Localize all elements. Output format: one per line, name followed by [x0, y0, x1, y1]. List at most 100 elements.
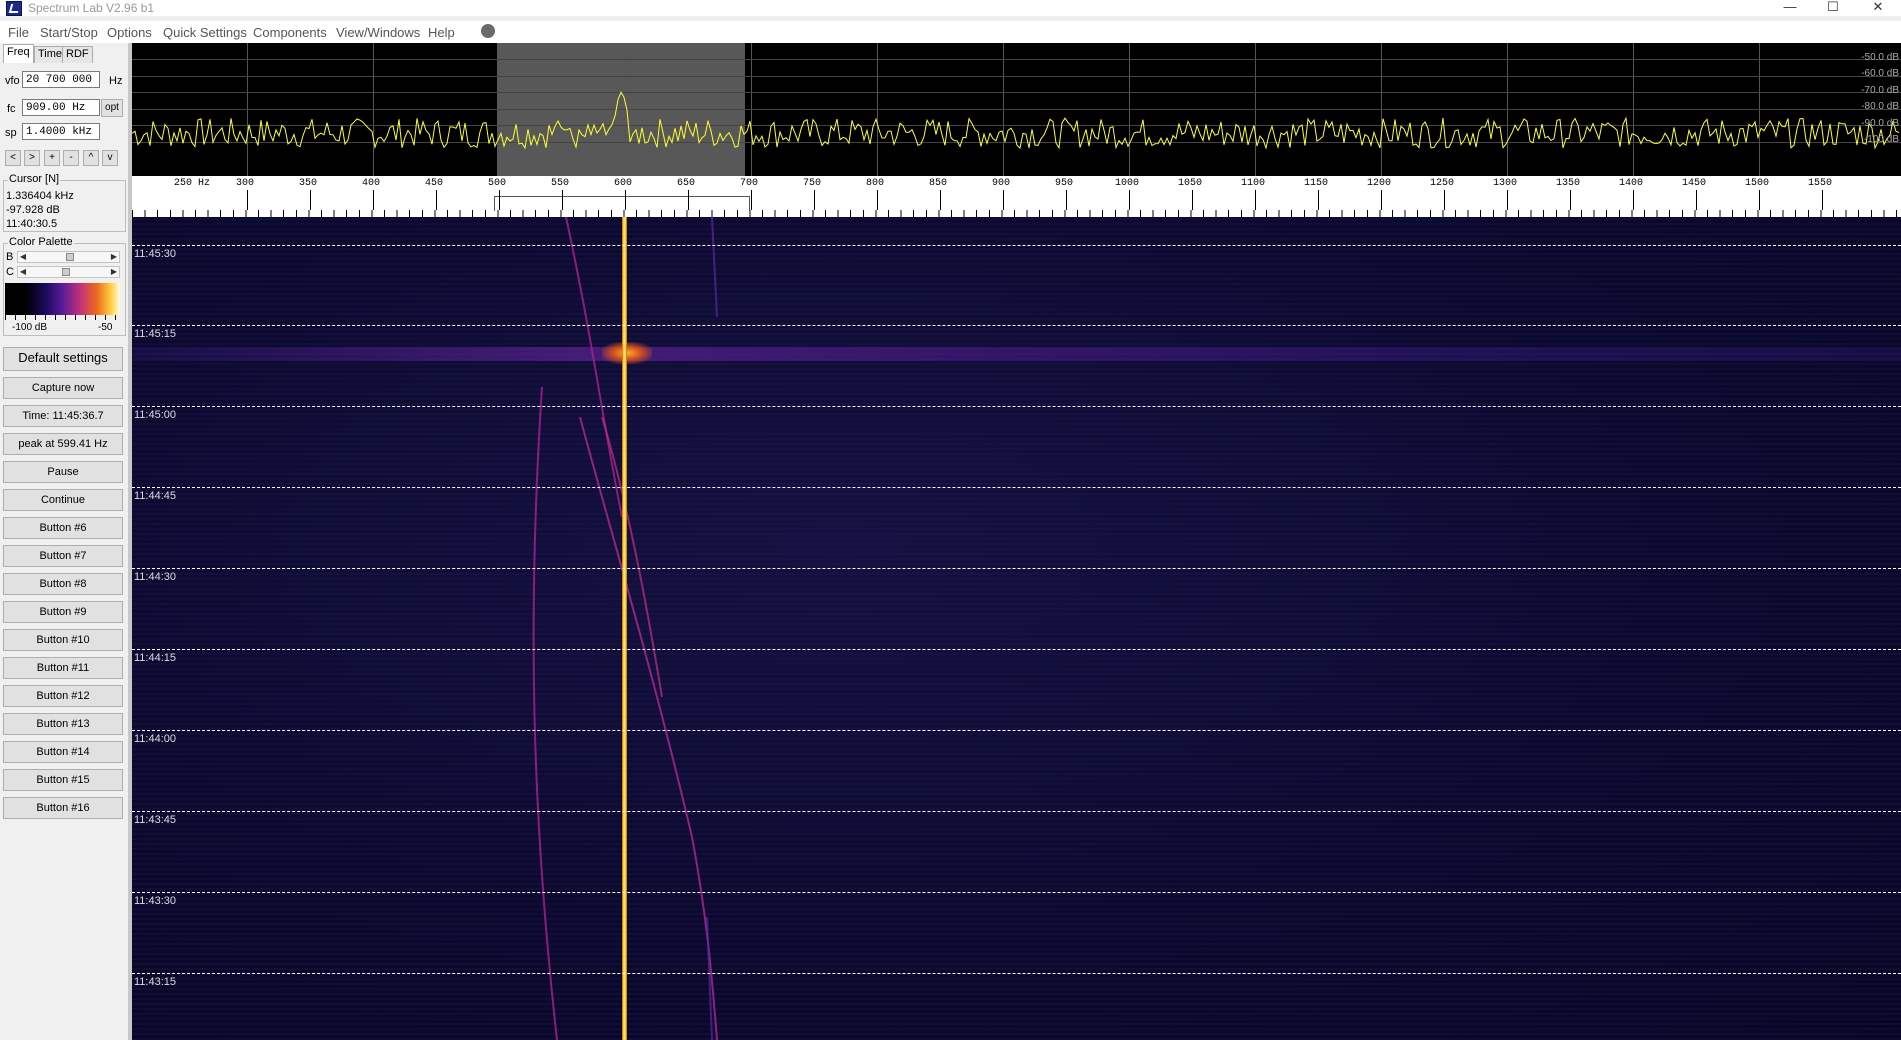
- waterfall-time-label: 11:44:00: [134, 733, 177, 745]
- drift-trace: [532, 217, 623, 1040]
- freq-tick-label: 700: [740, 178, 759, 189]
- zoom-in-button[interactable]: +: [44, 150, 60, 166]
- freq-tick-label: 850: [929, 178, 948, 189]
- freq-major-tick: [1444, 190, 1445, 210]
- drift-trace: [706, 217, 718, 1040]
- button-6[interactable]: Button #6: [3, 517, 123, 539]
- freq-major-tick: [814, 190, 815, 210]
- palette-min-label: -100 dB: [12, 322, 48, 333]
- freq-major-tick: [1318, 190, 1319, 210]
- nav-down-button[interactable]: v: [102, 150, 118, 166]
- menu-start-stop[interactable]: Start/Stop: [40, 25, 98, 40]
- spectrum-graph[interactable]: -50.0 dB -60.0 dB -70.0 dB -80.0 dB -90.…: [132, 43, 1901, 176]
- color-palette-bar[interactable]: [5, 283, 120, 315]
- freq-tick-label: 400: [362, 178, 381, 189]
- minimize-icon[interactable]: —: [1770, 0, 1810, 16]
- slider-right-icon[interactable]: ▶: [109, 252, 119, 262]
- menu-file[interactable]: File: [8, 25, 29, 40]
- maximize-icon[interactable]: ☐: [1813, 0, 1853, 16]
- freq-tick-label: 550: [551, 178, 570, 189]
- button-11[interactable]: Button #11: [3, 657, 123, 679]
- freq-tick-label: 900: [992, 178, 1011, 189]
- opt-button[interactable]: opt: [101, 99, 123, 117]
- brightness-slider[interactable]: ◀ ▶: [17, 251, 120, 263]
- filter-bracket[interactable]: [494, 196, 750, 211]
- freq-tick-label: 1000: [1115, 178, 1140, 189]
- close-icon[interactable]: ✕: [1858, 0, 1898, 16]
- freq-major-tick: [1633, 190, 1634, 210]
- tab-freq[interactable]: Freq: [3, 44, 34, 63]
- zoom-out-button[interactable]: -: [63, 150, 79, 166]
- button-16[interactable]: Button #16: [3, 797, 123, 819]
- freq-major-tick: [499, 190, 500, 210]
- button-13[interactable]: Button #13: [3, 713, 123, 735]
- button-12[interactable]: Button #12: [3, 685, 123, 707]
- default-settings-button[interactable]: Default settings: [3, 347, 123, 371]
- freq-major-tick: [247, 190, 248, 210]
- contrast-slider[interactable]: ◀ ▶: [17, 266, 120, 278]
- button-8[interactable]: Button #8: [3, 573, 123, 595]
- waterfall-time-label: 11:44:45: [134, 490, 177, 502]
- freq-major-tick: [373, 190, 374, 210]
- spectrum-trace-svg: [132, 91, 1900, 150]
- freq-tick-label: 1400: [1619, 178, 1644, 189]
- span-input[interactable]: 1.4000 kHz: [22, 123, 100, 140]
- color-palette-ticks: [5, 315, 120, 320]
- button-7[interactable]: Button #7: [3, 545, 123, 567]
- tab-rdf[interactable]: RDF: [62, 46, 93, 63]
- freq-tick-label: 500: [488, 178, 507, 189]
- menu-view-windows[interactable]: View/Windows: [336, 25, 420, 40]
- time-display-button[interactable]: Time: 11:45:36.7: [3, 405, 123, 427]
- db-label: -50.0 dB: [1861, 52, 1899, 63]
- time-marker-line: [132, 973, 1901, 974]
- palette-max-label: -50: [98, 322, 113, 333]
- vfo-input[interactable]: 20 700 000: [22, 71, 100, 88]
- freq-major-tick: [1822, 190, 1823, 210]
- waterfall-time-label: 11:45:15: [134, 328, 177, 340]
- db-label: -60.0 dB: [1861, 68, 1899, 79]
- freq-major-tick: [1381, 190, 1382, 210]
- menu-quick-settings[interactable]: Quick Settings: [163, 25, 247, 40]
- cursor-time: 11:40:30.5: [6, 218, 58, 230]
- record-indicator-icon: [481, 24, 495, 38]
- freq-tick-label: 1250: [1430, 178, 1455, 189]
- waterfall-time-label: 11:45:30: [134, 248, 177, 260]
- capture-now-button[interactable]: Capture now: [3, 377, 123, 399]
- freq-major-tick: [1066, 190, 1067, 210]
- db-label: -90.0 dB: [1861, 118, 1899, 129]
- slider-left-icon[interactable]: ◀: [18, 267, 28, 277]
- freq-major-tick: [751, 190, 752, 210]
- button-9[interactable]: Button #9: [3, 601, 123, 623]
- waterfall-display[interactable]: 11:45:30 11:45:15 11:45:00 11:44:45 11:4…: [132, 217, 1901, 1040]
- waterfall-peak-blob: [602, 342, 652, 364]
- app-logo-icon: [6, 1, 22, 16]
- fc-input[interactable]: 909.00 Hz: [22, 99, 100, 116]
- contrast-thumb[interactable]: [62, 268, 70, 276]
- menu-help[interactable]: Help: [428, 25, 455, 40]
- sp-label: sp: [5, 127, 17, 139]
- nav-left-button[interactable]: <: [5, 150, 21, 166]
- peak-display-button[interactable]: peak at 599.41 Hz: [3, 433, 123, 455]
- freq-tick-label: 1350: [1556, 178, 1581, 189]
- freq-tick-label: 1050: [1178, 178, 1203, 189]
- brightness-thumb[interactable]: [66, 253, 74, 261]
- menu-components[interactable]: Components: [253, 25, 327, 40]
- button-10[interactable]: Button #10: [3, 629, 123, 651]
- nav-up-button[interactable]: ^: [83, 150, 99, 166]
- cursor-level: -97.928 dB: [6, 204, 60, 216]
- freq-tick-label: 800: [866, 178, 885, 189]
- freq-major-tick: [1003, 190, 1004, 210]
- button-14[interactable]: Button #14: [3, 741, 123, 763]
- pause-button[interactable]: Pause: [3, 461, 123, 483]
- freq-major-tick: [1192, 190, 1193, 210]
- menu-options[interactable]: Options: [107, 25, 152, 40]
- fc-label: fc: [7, 103, 16, 115]
- db-label: -100 dB: [1863, 134, 1899, 145]
- time-marker-line: [132, 406, 1901, 407]
- button-15[interactable]: Button #15: [3, 769, 123, 791]
- nav-right-button[interactable]: >: [24, 150, 40, 166]
- slider-right-icon[interactable]: ▶: [109, 267, 119, 277]
- frequency-axis[interactable]: 250 Hz 300 350 400 450 500 550 600 650 7…: [132, 176, 1901, 217]
- continue-button[interactable]: Continue: [3, 489, 123, 511]
- slider-left-icon[interactable]: ◀: [18, 252, 28, 262]
